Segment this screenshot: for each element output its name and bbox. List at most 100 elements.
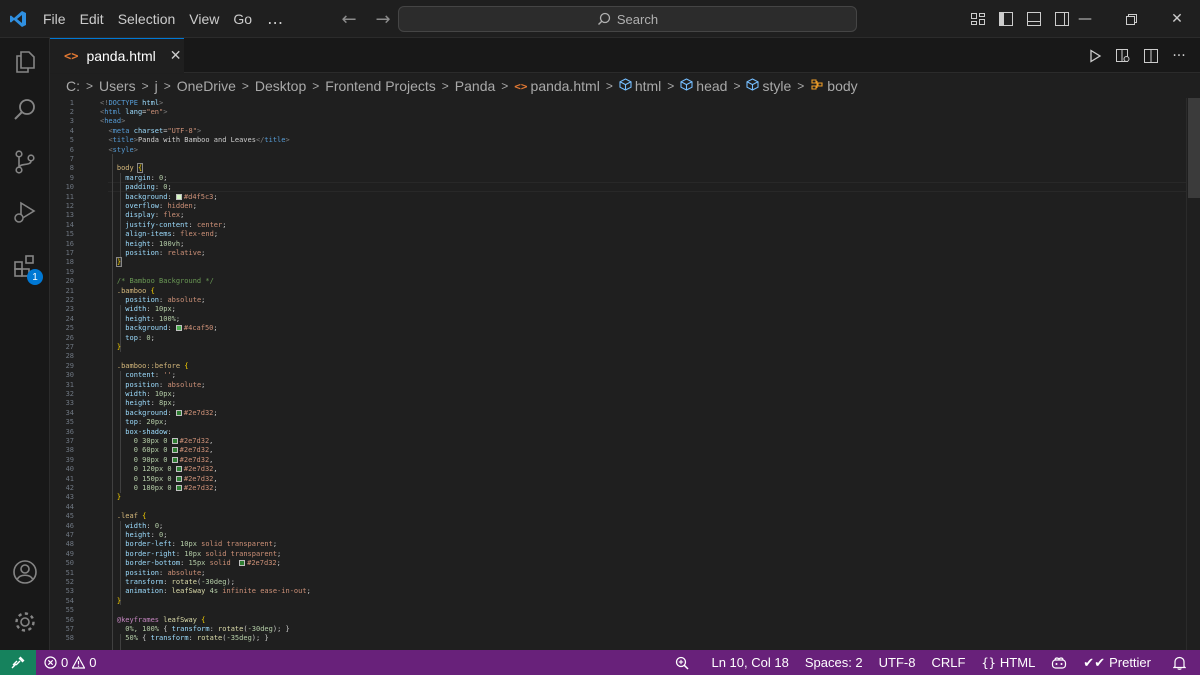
code-token: 0 60px 0 [133,446,168,455]
code-token: absolute [167,295,202,304]
back-arrow-icon[interactable]: ← [338,9,360,30]
split-editor-icon[interactable] [1142,47,1160,65]
code-token: lang [125,107,143,116]
tab-label: panda.html [86,48,156,64]
restore-icon[interactable] [1108,0,1154,38]
settings-gear-icon[interactable] [0,598,50,646]
notifications-bell-icon[interactable] [1159,650,1200,675]
language-mode[interactable]: {} HTML [973,650,1043,675]
breadcrumb-item[interactable]: html [635,78,661,94]
breadcrumb-item[interactable]: body [827,78,857,94]
more-actions-icon[interactable]: ··· [1170,47,1188,65]
breadcrumb-item[interactable]: j [155,78,158,94]
explorer-files-icon[interactable] [0,38,50,86]
code-token: head [104,117,122,126]
color-swatch[interactable] [171,447,178,454]
prettier-formatter[interactable]: ✔✔ Prettier [1075,650,1159,675]
indentation[interactable]: Spaces: 2 [797,650,871,675]
search-icon[interactable] [0,86,50,134]
breadcrumb-item[interactable]: Users [99,78,136,94]
code-line: top: 0; [100,334,155,343]
close-window-icon[interactable]: ✕ [1154,0,1200,38]
line-number: 50 [65,559,74,568]
color-swatch[interactable] [175,466,182,473]
copilot-icon[interactable] [1043,650,1075,675]
color-swatch[interactable] [175,409,182,416]
code-line: transform: rotate(-30deg); [100,578,235,587]
open-preview-icon[interactable] [1114,47,1132,65]
problems-indicator[interactable]: 0 0 [36,650,104,675]
account-icon[interactable] [0,548,50,596]
code-token: 100% [159,314,176,323]
code-token: #2e7d32 [183,408,214,417]
code-token: 0%, 100% [125,624,160,633]
breadcrumb-item[interactable]: OneDrive [177,78,236,94]
color-swatch[interactable] [175,325,182,332]
code-token: ; [213,230,219,239]
breadcrumb-item[interactable]: panda.html [531,78,600,94]
color-swatch[interactable] [239,560,246,567]
command-center-search[interactable]: Search [398,6,857,32]
code-token: padding [125,183,155,192]
code-token: ; [222,220,227,229]
code-editor[interactable]: 1 2 3 4 5 6 7 8 9 10 11 12 13 14 15 16 17 18 19 20 21 22 23 24 2… [50,98,1186,650]
menu-file[interactable]: File [36,0,73,38]
zoom-icon[interactable] [661,650,703,675]
run-debug-icon[interactable] [0,188,50,236]
cursor-position[interactable]: Ln 10, Col 18 [703,650,796,675]
menu-more-icon[interactable]: … [259,9,292,28]
code-token: #2e7d32 [183,483,214,492]
color-swatch[interactable] [171,437,178,444]
breadcrumb-item[interactable]: C: [66,78,80,94]
menu-edit[interactable]: Edit [73,0,111,38]
code-token: ); } [251,634,269,643]
code-token: rotate [171,577,197,586]
color-swatch[interactable] [171,456,178,463]
breadcrumb-item[interactable]: Desktop [255,78,306,94]
breadcrumb-item[interactable]: Panda [455,78,495,94]
menu-view[interactable]: View [182,0,226,38]
line-ending[interactable]: CRLF [924,650,974,675]
menu-selection[interactable]: Selection [111,0,183,38]
line-number: 56 [65,615,74,624]
extensions-icon[interactable]: 1 [0,242,50,290]
editor-scrollbar[interactable] [1186,98,1200,650]
code-token: -35deg [226,634,252,643]
code-token: absolute [167,380,202,389]
color-swatch[interactable] [175,475,182,482]
toggle-panel-icon[interactable] [1024,9,1044,29]
scrollbar-thumb[interactable] [1188,98,1200,198]
line-number: 11 [65,192,74,201]
code-token: relative [167,248,202,257]
line-number: 38 [65,446,74,455]
breadcrumb-item[interactable]: style [762,78,791,94]
breadcrumb-item[interactable]: Frontend Projects [325,78,436,94]
line-number: 6 [69,145,74,154]
encoding[interactable]: UTF-8 [871,650,924,675]
color-swatch[interactable] [175,484,182,491]
code-line: 0 150px 0 #2e7d32, [100,475,218,484]
minimize-icon[interactable]: — [1062,0,1108,38]
code-token: @keyframes [116,615,160,624]
source-control-icon[interactable] [0,138,50,186]
forward-arrow-icon[interactable]: → [372,9,394,30]
code-token: { [142,512,147,521]
tab-panda-html[interactable]: <> panda.html ✕ [50,38,184,73]
color-swatch[interactable] [175,193,182,200]
code-area[interactable]: <!DOCTYPE html> <html lang="en"> <head> <m… [100,98,1186,650]
line-number: 18 [65,258,74,267]
breadcrumb-item[interactable]: head [696,78,727,94]
run-icon[interactable] [1086,47,1104,65]
menu-go[interactable]: Go [226,0,259,38]
customize-layout-icon[interactable] [968,9,988,29]
code-line: } [100,343,121,352]
code-line: 50% { transform: rotate(-35deg); } [100,634,269,643]
toggle-primary-sidebar-icon[interactable] [996,9,1016,29]
close-tab-icon[interactable]: ✕ [170,48,182,64]
remote-indicator-icon[interactable] [0,650,36,675]
line-number: 46 [65,521,74,530]
